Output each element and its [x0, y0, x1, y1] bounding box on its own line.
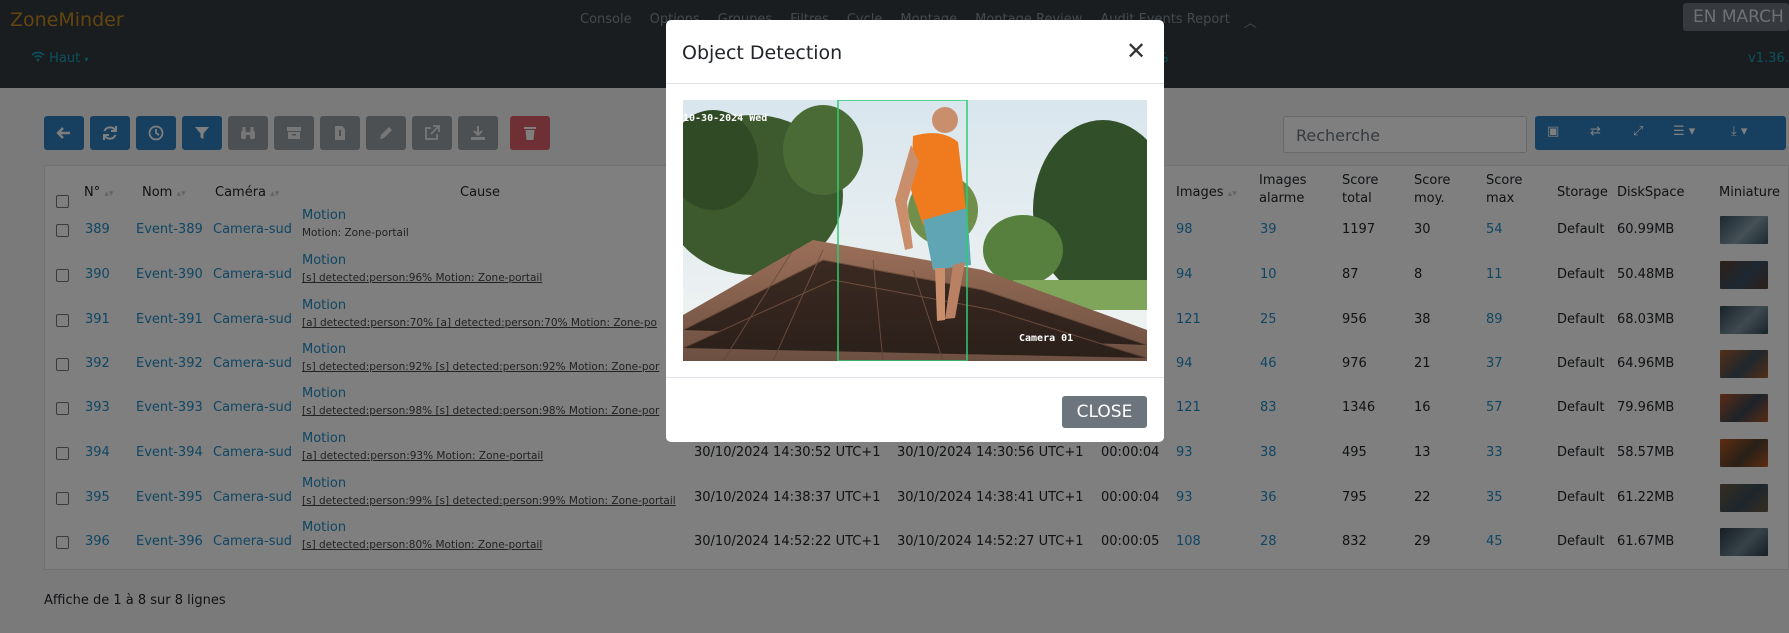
detection-snapshot: 10-30-2024 Wed Camera 01	[683, 100, 1147, 361]
close-button[interactable]: CLOSE	[1062, 396, 1147, 428]
osd-camera-name: Camera 01	[1019, 333, 1074, 344]
modal-title: Object Detection	[682, 42, 843, 64]
osd-timestamp: 10-30-2024 Wed	[683, 113, 768, 124]
modal-divider	[666, 83, 1164, 84]
object-detection-modal: Object Detection ✕ 10-30-2024 Wed Camera…	[666, 20, 1164, 442]
close-icon[interactable]: ✕	[1126, 37, 1146, 65]
modal-divider	[666, 377, 1164, 378]
